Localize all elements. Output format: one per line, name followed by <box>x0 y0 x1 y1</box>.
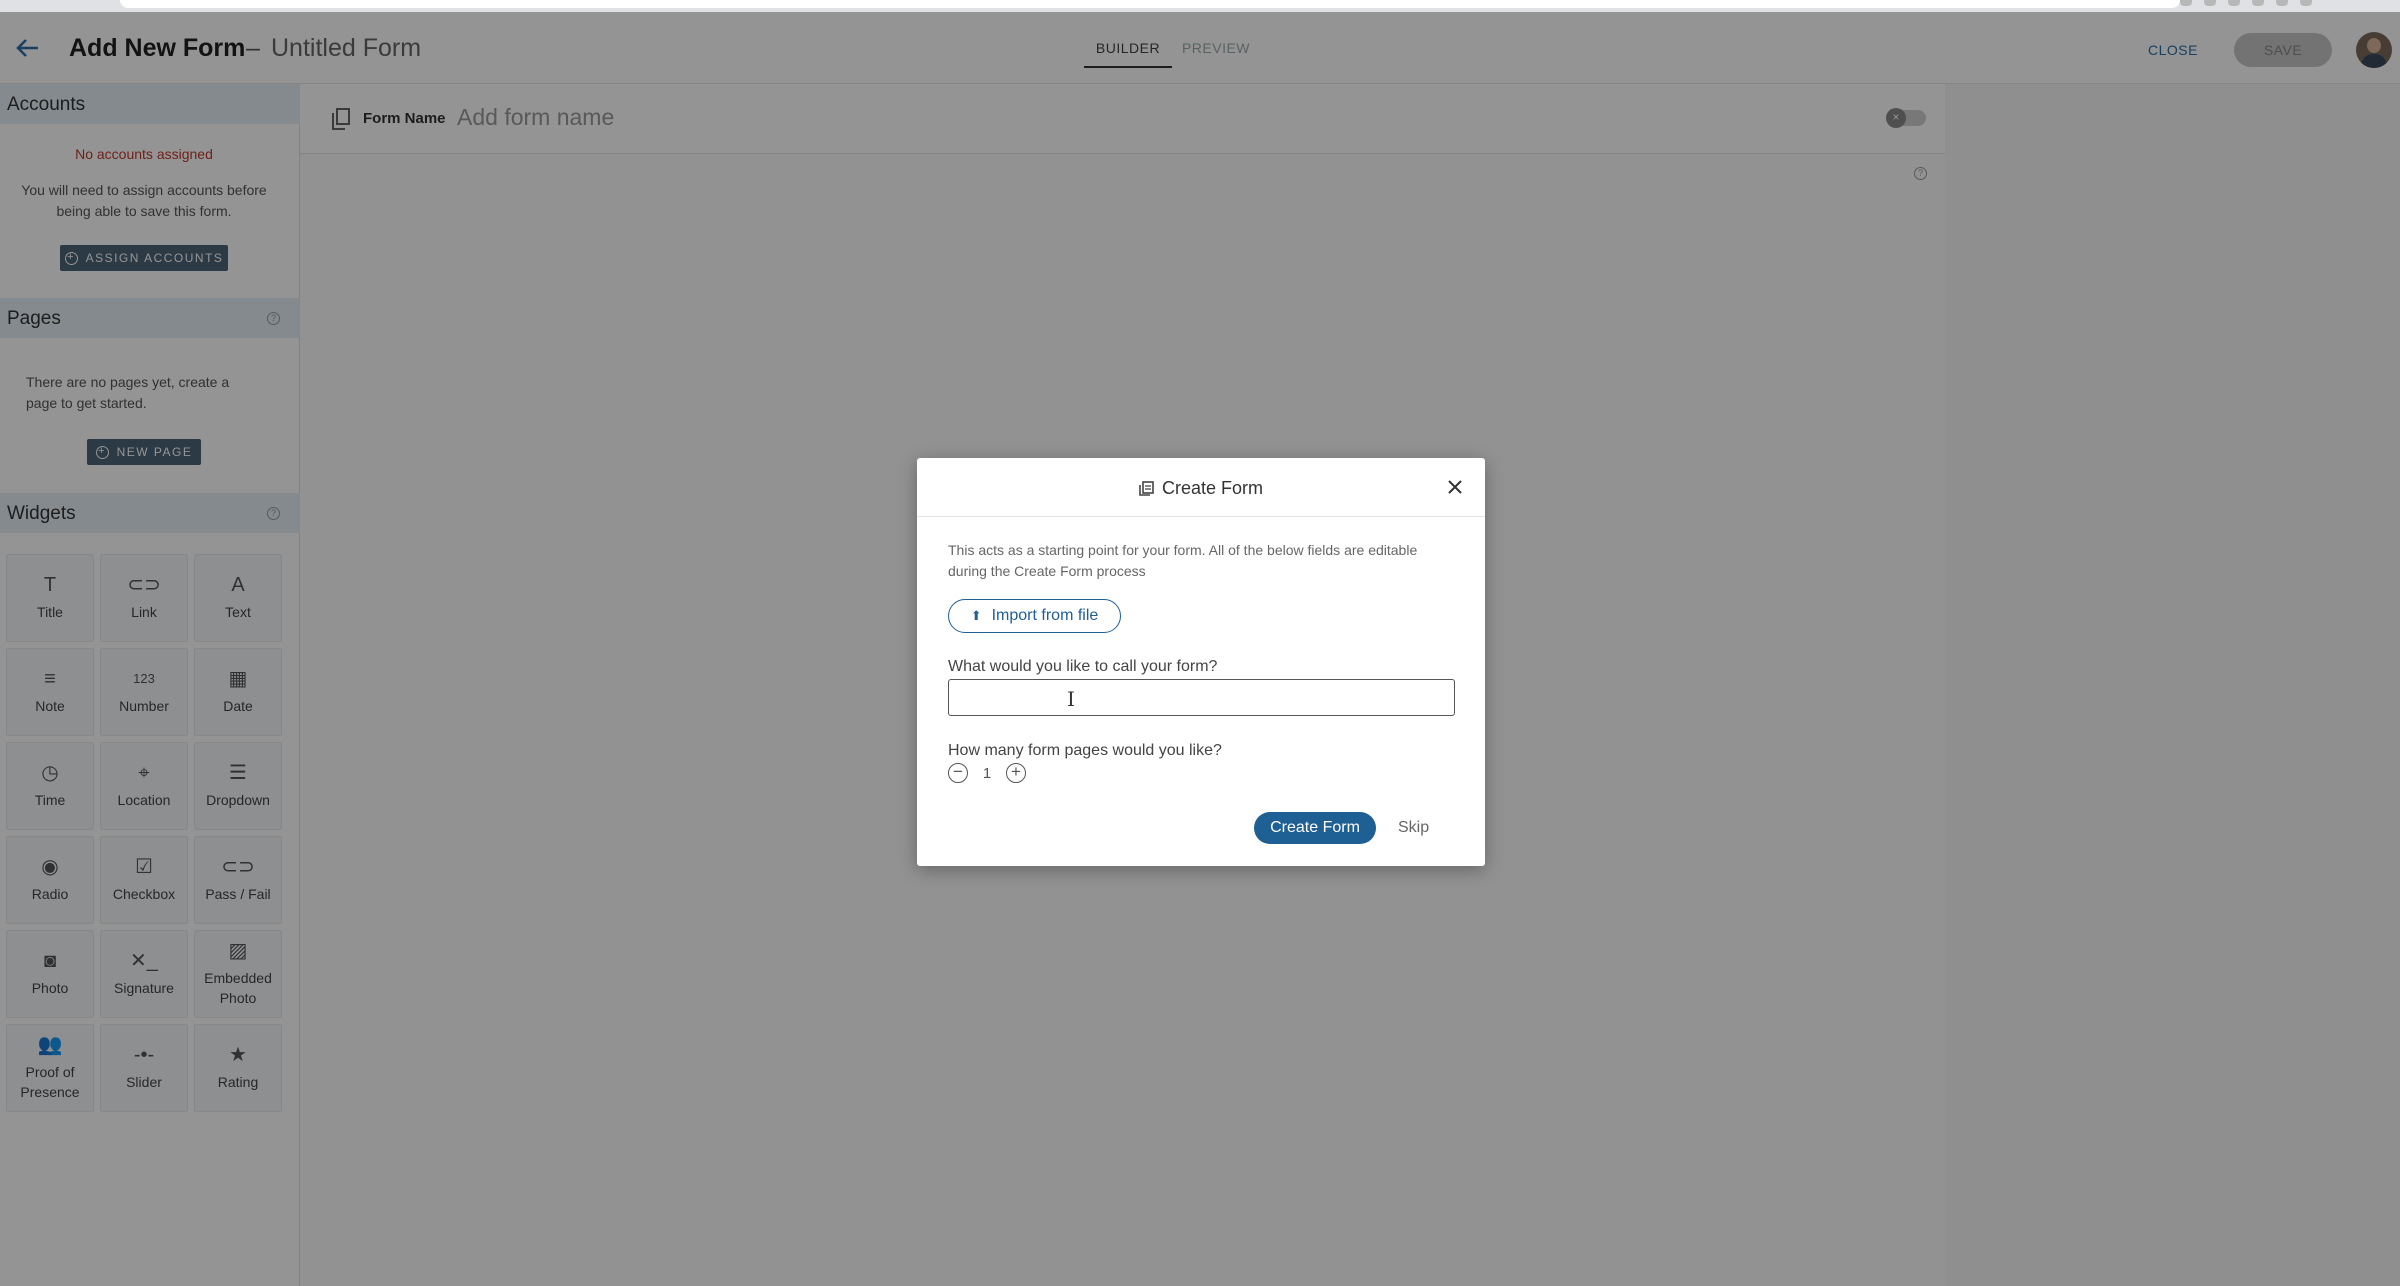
skip-button[interactable]: Skip <box>1398 819 1429 837</box>
dialog-title-text: Create Form <box>1161 478 1264 498</box>
upload-icon: ⬆ <box>970 608 982 623</box>
dialog-description: This acts as a starting point for your f… <box>948 542 1418 579</box>
form-name-field[interactable] <box>948 679 1455 716</box>
form-name-question: What would you like to call your form? <box>948 658 1218 675</box>
form-icon <box>1139 481 1154 496</box>
browser-extensions <box>2180 0 2312 8</box>
dialog-title: Create Form <box>917 478 1485 499</box>
create-form-dialog: Create Form This acts as a starting poin… <box>917 458 1485 866</box>
plus-circle-icon[interactable]: + <box>1006 763 1026 783</box>
import-label: Import from file <box>991 607 1099 624</box>
pages-question: How many form pages would you like? <box>948 742 1222 759</box>
pages-count: 1 <box>982 764 992 782</box>
address-bar[interactable] <box>120 0 2180 8</box>
close-icon[interactable] <box>1446 478 1464 496</box>
import-from-file-button[interactable]: ⬆ Import from file <box>948 599 1121 633</box>
browser-toolbar <box>0 0 2400 12</box>
text-cursor-icon: I <box>1067 687 1075 711</box>
create-form-button[interactable]: Create Form <box>1254 812 1376 844</box>
dialog-header: Create Form <box>917 458 1485 517</box>
pages-stepper: − 1 + <box>948 763 1026 783</box>
minus-circle-icon[interactable]: − <box>948 763 968 783</box>
